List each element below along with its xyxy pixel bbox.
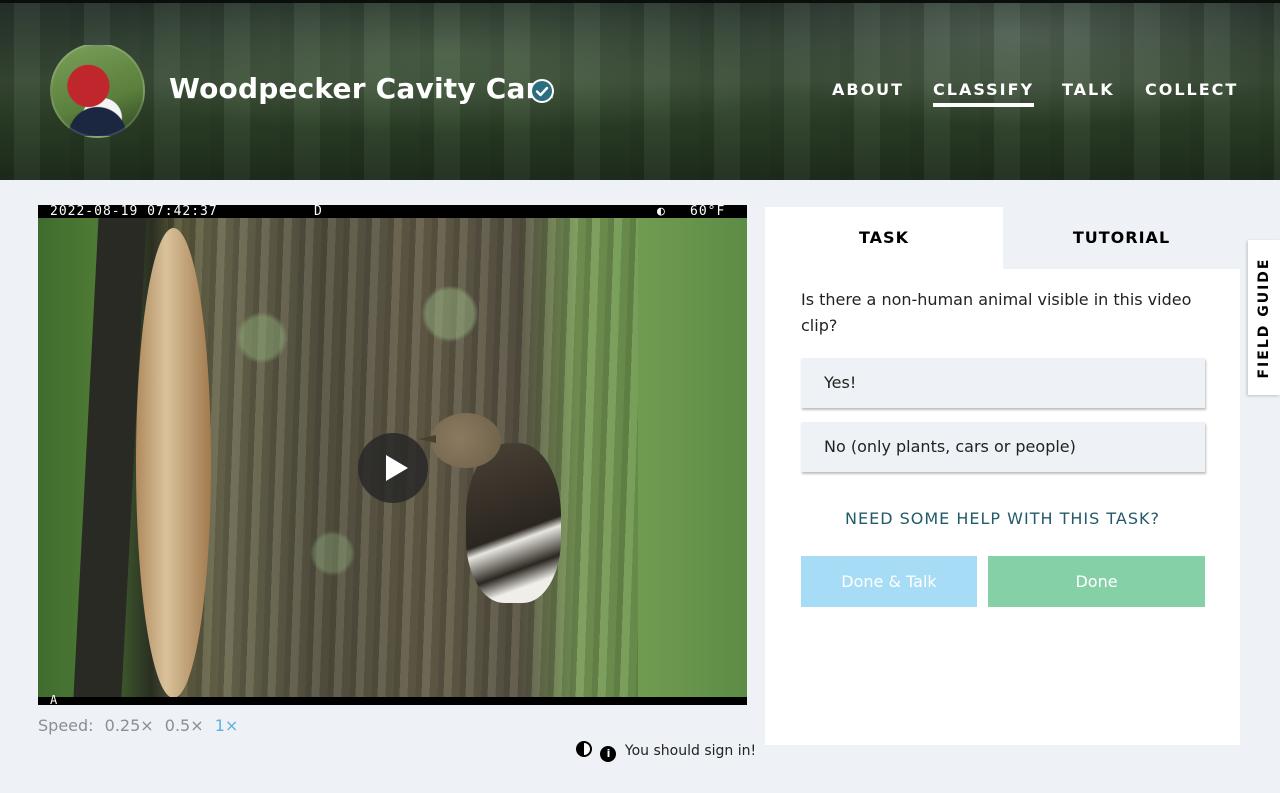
video-timestamp: 2022-08-19 07:42:37 <box>50 205 218 219</box>
bark-cut <box>136 228 211 697</box>
contrast-icon[interactable] <box>576 741 592 757</box>
sign-in-text: You should sign in! <box>624 743 757 759</box>
camera-marker: A <box>50 693 58 705</box>
video-player[interactable]: 2022-08-19 07:42:37 D ◐ 60°F A <box>38 205 747 705</box>
speed-option-0.5[interactable]: 0.5× <box>165 716 204 735</box>
tab-task[interactable]: TASK <box>765 207 1003 269</box>
nav-about[interactable]: ABOUT <box>832 80 904 99</box>
video-mode: D <box>314 205 323 219</box>
speed-label: Speed: <box>38 716 94 735</box>
answer-no-button[interactable]: No (only plants, cars or people) <box>801 422 1205 472</box>
speed-option-1[interactable]: 1× <box>215 716 239 735</box>
field-guide-tab[interactable]: FIELD GUIDE <box>1248 240 1280 395</box>
speed-controls: Speed: 0.25× 0.5× 1× <box>38 716 244 735</box>
help-link[interactable]: NEED SOME HELP WITH THIS TASK? <box>765 509 1240 528</box>
video-frame[interactable] <box>38 218 747 697</box>
project-avatar[interactable] <box>50 43 145 138</box>
tab-tutorial[interactable]: TUTORIAL <box>1003 207 1240 269</box>
moon-phase-icon: ◐ <box>657 205 666 219</box>
nav-talk[interactable]: TALK <box>1062 80 1115 99</box>
answer-yes-button[interactable]: Yes! <box>801 358 1205 408</box>
nav-collect[interactable]: COLLECT <box>1145 80 1238 99</box>
woodpecker <box>418 413 576 623</box>
done-and-talk-button[interactable]: Done & Talk <box>801 556 977 607</box>
check-badge-icon <box>530 79 554 103</box>
task-panel: TASK TUTORIAL Is there a non-human anima… <box>765 207 1240 745</box>
done-button[interactable]: Done <box>988 556 1205 607</box>
sign-in-notice: i You should sign in! <box>576 741 756 762</box>
nav-classify[interactable]: CLASSIFY <box>933 80 1035 107</box>
speed-option-0.25[interactable]: 0.25× <box>105 716 154 735</box>
info-icon[interactable]: i <box>600 746 617 762</box>
task-question: Is there a non-human animal visible in t… <box>801 290 1192 335</box>
project-title[interactable]: Woodpecker Cavity Cam <box>169 72 555 105</box>
video-temperature: 60°F <box>690 205 726 219</box>
play-icon[interactable] <box>358 433 428 503</box>
field-guide-label: FIELD GUIDE <box>1256 256 1272 379</box>
project-header: Woodpecker Cavity Cam ABOUT CLASSIFY TAL… <box>0 0 1280 180</box>
